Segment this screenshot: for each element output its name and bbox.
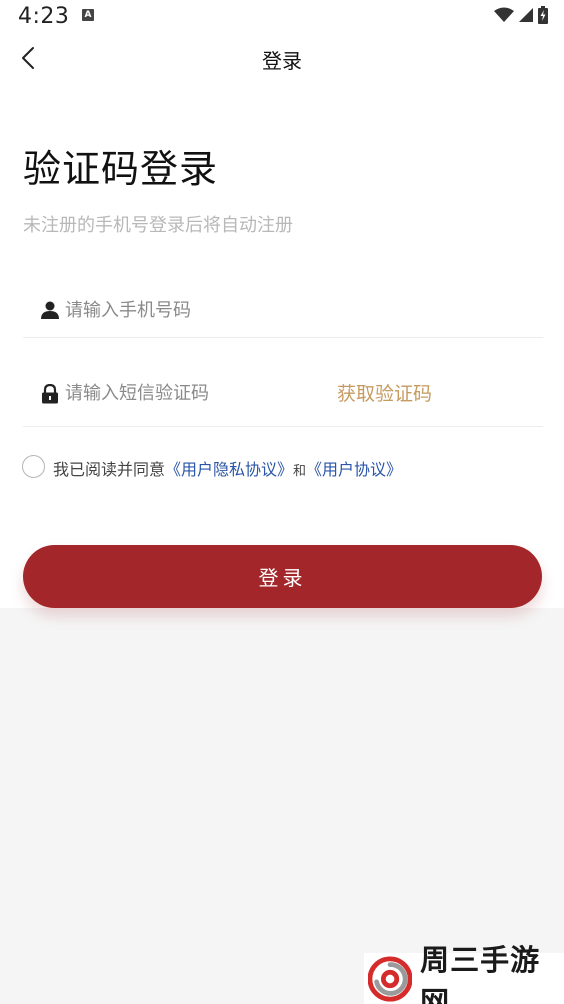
login-subtitle: 未注册的手机号登录后将自动注册 [23,215,293,236]
privacy-policy-link[interactable]: 《用户隐私协议》 [165,460,293,479]
code-field: 获取验证码 [23,362,543,427]
status-bar: 4:23 A [0,0,564,34]
status-time: 4:23 [18,4,70,29]
lock-icon [42,384,58,404]
verification-code-input[interactable] [65,378,325,408]
watermark: 周三手游网 [364,943,564,1004]
user-icon [41,301,59,319]
login-button[interactable]: 登录 [23,545,542,608]
get-code-button[interactable]: 获取验证码 [337,379,432,406]
status-icons [494,6,548,24]
login-heading: 验证码登录 [23,147,219,191]
agreement-and: 和 [293,464,307,479]
agreement-text: 我已阅读并同意《用户隐私协议》和《用户协议》 [53,456,402,480]
notification-badge: A [82,9,94,21]
agreement-checkbox[interactable] [22,455,45,478]
watermark-text: 周三手游网 [420,942,541,1004]
phone-field [23,282,543,338]
header: 登录 [0,34,564,82]
user-agreement-link[interactable]: 《用户协议》 [306,460,402,479]
agreement-row: 我已阅读并同意《用户隐私协议》和《用户协议》 [22,455,552,479]
watermark-logo-icon [368,955,413,1002]
phone-input[interactable] [65,295,525,325]
wifi-icon [494,7,514,22]
cellular-signal-icon [519,8,533,22]
page-title: 登录 [262,49,302,73]
battery-charging-icon [538,6,548,24]
agreement-prefix: 我已阅读并同意 [53,460,166,479]
